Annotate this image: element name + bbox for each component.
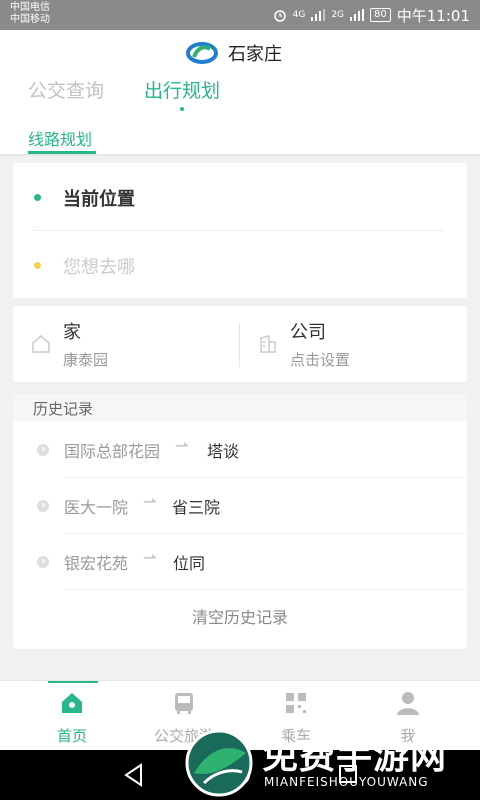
nav-home[interactable]: 首页: [12, 681, 132, 751]
top-tabs: 公交查询 出行规划: [28, 76, 221, 111]
history-from: 医大一院: [64, 498, 129, 517]
destination-dot-icon: [34, 262, 41, 269]
arrow-right-icon: ⇀: [143, 548, 157, 567]
history-item[interactable]: 国际总部花园 ⇀ 塔谈: [13, 422, 467, 478]
carrier-2: 中国移动: [10, 14, 50, 25]
history-item[interactable]: 银宏花苑 ⇀ 位同: [13, 534, 467, 590]
history-item[interactable]: 医大一院 ⇀ 省三院: [13, 478, 467, 534]
history-from: 银宏花苑: [64, 554, 129, 573]
favorite-company-status: 点击设置: [290, 351, 351, 369]
favorite-home-title: 家: [63, 322, 81, 343]
clock-icon: [37, 500, 49, 512]
watermark-subtext: MIANFEISHOUYOUWANG: [264, 775, 429, 789]
watermark-logo: [185, 729, 253, 797]
favorite-company-title: 公司: [290, 322, 326, 343]
alarm-icon: [273, 10, 286, 22]
clock-icon: [37, 556, 49, 568]
watermark: 免费手游网 MIANFEISHOUYOUWANG: [184, 725, 474, 800]
subtab-route-planning[interactable]: 线路规划: [28, 126, 92, 150]
history-title: 历史记录: [33, 400, 94, 418]
building-icon: [260, 335, 276, 353]
origin-dot-icon: [34, 194, 41, 201]
signal-icon: [311, 9, 326, 21]
arrow-right-icon: ⇀: [175, 436, 189, 455]
history-to: 塔谈: [207, 442, 240, 461]
tab-bus-query[interactable]: 公交查询: [28, 76, 104, 103]
carrier-1: 中国电信: [10, 2, 50, 13]
network-2-label: 2G: [331, 10, 345, 20]
active-tab-dot: [180, 107, 185, 111]
bus-icon: [175, 693, 193, 714]
history-to: 位同: [173, 554, 206, 573]
history-header: 历史记录: [13, 394, 467, 422]
history-from: 国际总部花园: [64, 442, 161, 461]
favorites-card: 家 康泰园 公司 点击设置: [13, 306, 467, 382]
city-selector[interactable]: 石家庄: [186, 40, 282, 66]
app-logo-icon: [186, 42, 218, 64]
signal-icon-2: [350, 9, 365, 21]
location-card: 当前位置 您想去哪: [13, 163, 467, 298]
favorite-company[interactable]: 公司 点击设置: [240, 306, 467, 382]
home-icon: [32, 335, 50, 353]
destination-placeholder: 您想去哪: [63, 257, 135, 278]
watermark-text: 免费手游网: [262, 736, 448, 777]
clear-history-button[interactable]: 清空历史记录: [13, 594, 467, 642]
qr-code-icon: [286, 693, 306, 713]
nav-home-label: 首页: [56, 727, 87, 745]
user-icon: [397, 692, 419, 715]
favorite-home[interactable]: 家 康泰园: [13, 306, 240, 382]
tab-trip-planning-label: 出行规划: [144, 80, 221, 102]
status-icons: 4G 2G 80 中午11:01: [273, 5, 470, 25]
destination-field[interactable]: 您想去哪: [13, 231, 467, 297]
carrier-info: 中国电信 中国移动: [10, 2, 50, 26]
arrow-right-icon: ⇀: [143, 492, 157, 511]
history-to: 省三院: [172, 498, 221, 517]
battery-icon: 80: [370, 8, 391, 22]
favorite-home-address: 康泰园: [63, 351, 109, 369]
subtab-underline: [28, 151, 96, 154]
network-1-label: 4G: [292, 10, 306, 20]
origin-field[interactable]: 当前位置: [13, 163, 467, 229]
status-bar: 中国电信 中国移动 4G 2G 80 中午11:01: [0, 0, 480, 30]
origin-text: 当前位置: [63, 189, 135, 210]
city-name: 石家庄: [228, 44, 282, 65]
back-icon[interactable]: [123, 763, 145, 787]
clock: 中午11:01: [396, 6, 470, 25]
app-header: 石家庄 公交查询 出行规划 线路规划: [0, 30, 480, 154]
tab-trip-planning[interactable]: 出行规划: [144, 76, 221, 111]
history-card: 历史记录 国际总部花园 ⇀ 塔谈 医大一院 ⇀ 省三院 银宏花苑 ⇀ 位同 清空…: [13, 394, 467, 649]
clock-icon: [37, 444, 49, 456]
home-icon: [62, 693, 82, 713]
history-divider: [64, 589, 467, 590]
